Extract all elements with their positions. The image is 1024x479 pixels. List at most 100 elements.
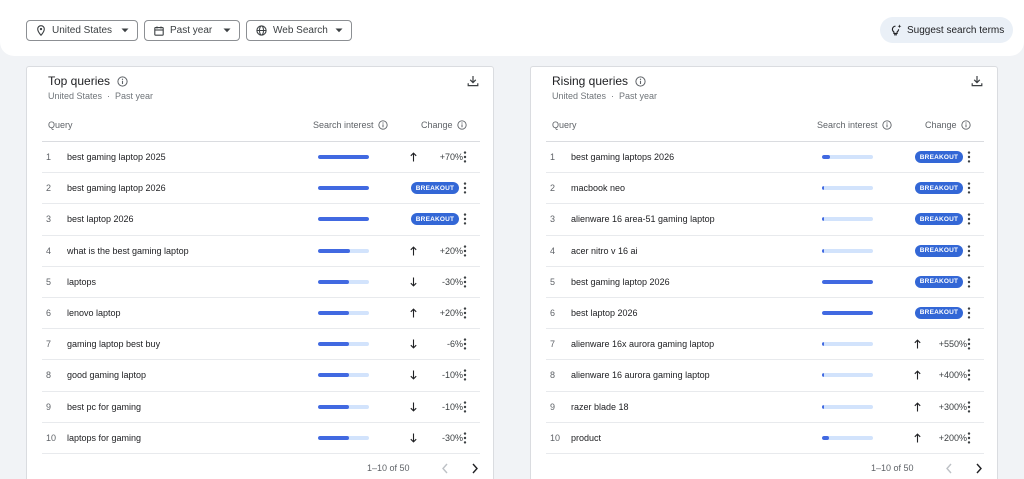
more-vert-icon[interactable] bbox=[463, 307, 467, 319]
row-rank: 1 bbox=[46, 152, 52, 162]
download-icon[interactable] bbox=[467, 75, 479, 87]
search-property-filter[interactable]: Web Search bbox=[246, 20, 352, 41]
query-text[interactable]: alienware 16 area-51 gaming laptop bbox=[571, 214, 715, 224]
more-vert-icon[interactable] bbox=[463, 338, 467, 350]
more-vert-icon[interactable] bbox=[967, 338, 971, 350]
table-row[interactable]: 9 best pc for gaming -10% bbox=[42, 392, 480, 423]
info-icon[interactable] bbox=[635, 75, 646, 87]
row-rank: 5 bbox=[550, 276, 556, 287]
table-row[interactable]: 7 gaming laptop best buy -6% bbox=[42, 329, 480, 361]
query-text[interactable]: lenovo laptop bbox=[67, 308, 121, 318]
more-vert-icon[interactable] bbox=[463, 432, 467, 444]
table-row[interactable]: 9 razer blade 18 +300% bbox=[546, 392, 984, 423]
query-text[interactable]: alienware 16x aurora gaming laptop bbox=[571, 339, 714, 349]
info-icon[interactable] bbox=[377, 120, 388, 130]
query-text[interactable]: best laptop 2026 bbox=[67, 214, 134, 224]
more-vert-icon[interactable] bbox=[463, 276, 467, 288]
info-icon[interactable] bbox=[881, 120, 892, 130]
search-interest-bar bbox=[318, 186, 369, 191]
more-vert-icon[interactable] bbox=[463, 213, 467, 225]
calendar-icon bbox=[154, 26, 164, 36]
chevron-left-icon[interactable] bbox=[945, 463, 953, 474]
download-icon[interactable] bbox=[971, 75, 983, 87]
query-text[interactable]: best gaming laptop 2026 bbox=[67, 183, 166, 193]
row-rank: 6 bbox=[550, 307, 556, 318]
top-filter-bar: United States Past year Web Search Sugge… bbox=[0, 0, 1024, 56]
more-vert-icon[interactable] bbox=[967, 244, 971, 257]
chevron-right-icon[interactable] bbox=[975, 463, 983, 474]
more-vert-icon[interactable] bbox=[967, 369, 971, 381]
query-text[interactable]: best pc for gaming bbox=[67, 402, 141, 412]
table-row[interactable]: 1 best gaming laptops 2026 BREAKOUT bbox=[546, 142, 984, 174]
breakout-badge: BREAKOUT bbox=[915, 213, 963, 226]
query-text[interactable]: razer blade 18 bbox=[571, 402, 629, 412]
table-row[interactable]: 8 alienware 16 aurora gaming laptop +400% bbox=[546, 360, 984, 392]
more-vert-icon[interactable] bbox=[967, 276, 971, 288]
info-icon[interactable] bbox=[117, 75, 128, 87]
query-text[interactable]: best laptop 2026 bbox=[571, 308, 638, 318]
row-rank: 3 bbox=[550, 214, 556, 225]
row-rank: 3 bbox=[46, 214, 52, 225]
table-row[interactable]: 1 best gaming laptop 2025 +70% bbox=[42, 142, 480, 174]
suggest-search-terms-button[interactable]: Suggest search terms bbox=[880, 17, 1013, 43]
search-interest-bar-fill bbox=[822, 404, 825, 409]
caret-down-icon bbox=[121, 28, 129, 33]
search-interest-bar-fill bbox=[318, 155, 369, 159]
info-icon[interactable] bbox=[456, 120, 467, 130]
table-row[interactable]: 7 alienware 16x aurora gaming laptop +550% bbox=[546, 329, 984, 361]
search-interest-bar bbox=[318, 217, 369, 222]
more-vert-icon[interactable] bbox=[967, 432, 971, 444]
table-row[interactable]: 3 best laptop 2026 BREAKOUT bbox=[42, 204, 480, 236]
more-vert-icon[interactable] bbox=[967, 151, 971, 163]
more-vert-icon[interactable] bbox=[967, 182, 971, 194]
breakout-badge: BREAKOUT bbox=[411, 182, 459, 195]
query-text[interactable]: acer nitro v 16 ai bbox=[571, 246, 638, 256]
chevron-right-icon[interactable] bbox=[471, 463, 479, 474]
query-text[interactable]: what is the best gaming laptop bbox=[67, 246, 189, 256]
more-vert-icon[interactable] bbox=[463, 182, 467, 194]
more-vert-icon[interactable] bbox=[463, 400, 467, 413]
change-value: +400% bbox=[938, 370, 967, 381]
query-text[interactable]: good gaming laptop bbox=[67, 370, 146, 380]
search-interest-bar-fill bbox=[318, 279, 349, 284]
table-row[interactable]: 8 good gaming laptop -10% bbox=[42, 360, 480, 392]
table-row[interactable]: 6 lenovo laptop +20% bbox=[42, 298, 480, 330]
query-text[interactable]: laptops bbox=[67, 277, 96, 287]
location-filter[interactable]: United States bbox=[26, 20, 138, 41]
query-text[interactable]: best gaming laptop 2025 bbox=[67, 152, 166, 162]
search-interest-bar bbox=[318, 435, 369, 440]
time-range-label: Past year bbox=[170, 25, 213, 36]
table-row[interactable]: 5 best gaming laptop 2026 BREAKOUT bbox=[546, 267, 984, 298]
more-vert-icon[interactable] bbox=[463, 369, 467, 381]
sparkle-lightbulb-icon bbox=[891, 24, 902, 36]
search-interest-bar bbox=[822, 404, 873, 409]
search-interest-bar bbox=[822, 217, 873, 222]
table-row[interactable]: 4 what is the best gaming laptop +20% bbox=[42, 236, 480, 267]
more-vert-icon[interactable] bbox=[967, 213, 971, 225]
more-vert-icon[interactable] bbox=[967, 400, 971, 413]
table-row[interactable]: 5 laptops -30% bbox=[42, 267, 480, 298]
chevron-left-icon[interactable] bbox=[441, 463, 449, 474]
query-text[interactable]: product bbox=[571, 433, 601, 443]
table-row[interactable]: 6 best laptop 2026 BREAKOUT bbox=[546, 298, 984, 330]
info-icon[interactable] bbox=[960, 120, 971, 130]
table-row[interactable]: 10 product +200% bbox=[546, 423, 984, 454]
change-value: +200% bbox=[938, 432, 967, 443]
query-text[interactable]: gaming laptop best buy bbox=[67, 339, 160, 349]
table-row[interactable]: 2 best gaming laptop 2026 BREAKOUT bbox=[42, 173, 480, 205]
search-interest-bar-fill bbox=[318, 435, 349, 440]
table-row[interactable]: 2 macbook neo BREAKOUT bbox=[546, 173, 984, 205]
row-rank: 7 bbox=[46, 339, 52, 350]
table-row[interactable]: 4 acer nitro v 16 ai BREAKOUT bbox=[546, 236, 984, 267]
table-row[interactable]: 10 laptops for gaming -30% bbox=[42, 423, 480, 454]
table-row[interactable]: 3 alienware 16 area-51 gaming laptop BREAK… bbox=[546, 204, 984, 236]
more-vert-icon[interactable] bbox=[463, 151, 467, 163]
query-text[interactable]: best gaming laptop 2026 bbox=[571, 277, 670, 287]
query-text[interactable]: alienware 16 aurora gaming laptop bbox=[571, 370, 710, 380]
more-vert-icon[interactable] bbox=[463, 244, 467, 257]
more-vert-icon[interactable] bbox=[967, 307, 971, 319]
query-text[interactable]: laptops for gaming bbox=[67, 433, 141, 443]
time-range-filter[interactable]: Past year bbox=[144, 20, 240, 41]
query-text[interactable]: best gaming laptops 2026 bbox=[571, 152, 674, 162]
query-text[interactable]: macbook neo bbox=[571, 183, 625, 193]
